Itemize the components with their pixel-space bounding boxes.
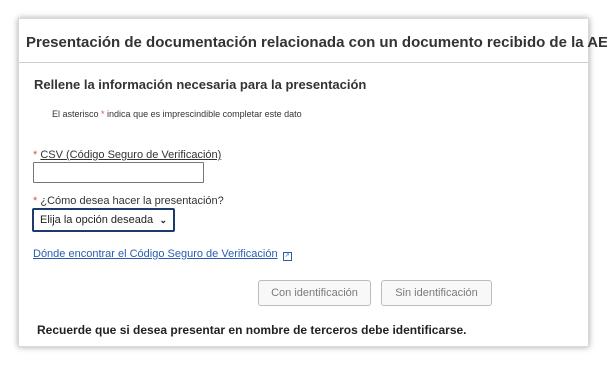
chevron-down-icon: ⌄ — [159, 214, 167, 225]
csv-label-text: CSV (Código Seguro de Verificación) — [40, 149, 222, 161]
third-party-notice: Recuerde que si desea presentar en nombr… — [37, 323, 467, 337]
csv-required-mark: * — [33, 149, 38, 161]
title-divider — [19, 62, 588, 63]
presentation-mode-selected: Elija la opción deseada — [40, 214, 154, 226]
form-subtitle: Rellene la información necesaria para la… — [34, 77, 367, 92]
required-note: El asterisco * indica que es imprescindi… — [52, 109, 302, 119]
presentation-mode-label-text: ¿Cómo desea hacer la presentación? — [40, 195, 224, 207]
external-link-icon: ↗ — [282, 252, 292, 261]
without-identification-button[interactable]: Sin identificación — [381, 280, 492, 306]
with-identification-button[interactable]: Con identificación — [258, 280, 371, 306]
csv-input[interactable] — [33, 162, 204, 183]
presentation-panel: Presentación de documentación relacionad… — [18, 18, 607, 347]
required-note-suffix: indica que es imprescindible completar e… — [104, 109, 302, 119]
presentation-mode-select[interactable]: Elija la opción deseada ⌄ — [32, 208, 175, 232]
presentation-mode-required-mark: * — [33, 195, 38, 207]
page-title: Presentación de documentación relacionad… — [26, 34, 607, 51]
csv-help-link-text: Dónde encontrar el Código Seguro de Veri… — [33, 248, 278, 260]
csv-label: * CSV (Código Seguro de Verificación) — [33, 149, 221, 161]
presentation-mode-label: * ¿Cómo desea hacer la presentación? — [33, 195, 224, 207]
csv-help-link[interactable]: Dónde encontrar el Código Seguro de Veri… — [33, 248, 292, 261]
required-note-prefix: El asterisco — [52, 109, 102, 119]
